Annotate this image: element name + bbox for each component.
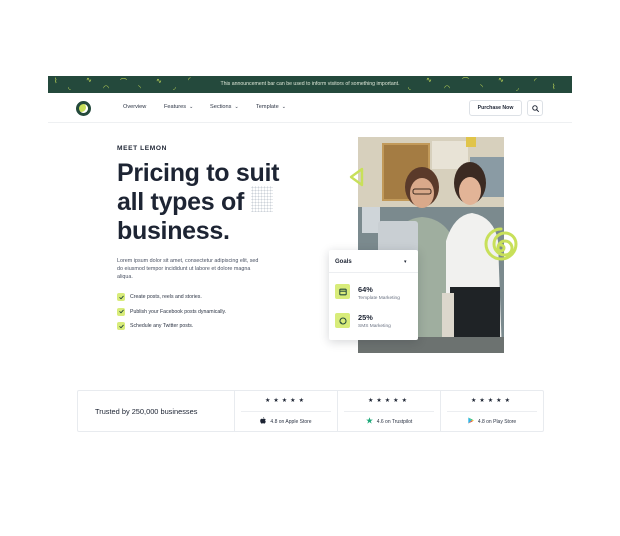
dot-pattern-decoration [251, 186, 273, 212]
feature-text: Publish your Facebook posts dynamically. [130, 308, 227, 315]
trustpilot-star-icon [365, 417, 373, 424]
caret-down-icon: ▾ [404, 259, 407, 265]
nav-item-features[interactable]: Features ⌄ [164, 104, 193, 110]
chevron-down-icon: ⌄ [281, 104, 286, 110]
chevron-down-icon: ⌄ [234, 104, 239, 110]
check-icon [117, 307, 125, 316]
rating-text: 4.8 on Apple Store [270, 419, 312, 425]
nav-item-label: Template [256, 104, 279, 110]
nav-item-label: Features [164, 104, 187, 110]
goals-title: Goals [335, 259, 352, 265]
goals-dropdown[interactable]: Goals ▾ [329, 250, 418, 273]
stat-label: SMS Marketing [358, 324, 391, 329]
announcement-bar: ⌇ ◟ ∿ ◠ ⌒ ◝ ∿ ◞ ◜ ◟ ∿ ◠ ⌒ ◝ ∿ ◞ ◜ ⌇ This… [48, 76, 572, 93]
search-button[interactable] [527, 100, 543, 116]
divider [241, 411, 331, 412]
divider [447, 411, 537, 412]
rating-trustpilot[interactable]: ★★★★★ 4.6 on Trustpilot [337, 391, 440, 431]
check-icon [117, 293, 125, 301]
search-icon [532, 105, 539, 112]
nav-item-template[interactable]: Template ⌄ [256, 104, 286, 110]
announcement-text: This announcement bar can be used to inf… [220, 81, 400, 87]
chevron-down-icon: ⌄ [189, 104, 194, 110]
swirl-decoration [484, 227, 518, 261]
apple-icon [260, 417, 267, 424]
check-icon [117, 322, 125, 330]
rating-play-store[interactable]: ★★★★★ 4.8 on Play Store [440, 391, 543, 431]
trusted-label: Trusted by 250,000 businesses [95, 407, 198, 416]
goals-card: Goals ▾ 64% Template Marketing 25% SMS M… [329, 250, 418, 340]
nav-item-label: Overview [123, 104, 147, 110]
rating-apple-store[interactable]: ★★★★★ 4.8 on Apple Store [234, 391, 337, 431]
feature-text: Schedule any Twitter posts. [130, 323, 194, 329]
rating-stars: ★★★★★ [265, 398, 307, 404]
rating-stars: ★★★★★ [368, 398, 410, 404]
landing-page: ⌇ ◟ ∿ ◠ ⌒ ◝ ∿ ◞ ◜ ◟ ∿ ◠ ⌒ ◝ ∿ ◞ ◜ ⌇ This… [48, 76, 572, 436]
play-store-icon [468, 417, 474, 424]
rating-stars: ★★★★★ [471, 398, 513, 404]
nav-item-sections[interactable]: Sections ⌄ [210, 104, 239, 110]
chat-icon [335, 313, 350, 328]
nav-item-label: Sections [210, 104, 232, 110]
lemon-logo[interactable] [76, 101, 91, 116]
nav-item-overview[interactable]: Overview [123, 104, 146, 110]
feature-text: Create posts, reels and stories. [130, 294, 202, 300]
stat-value: 25% [358, 313, 373, 322]
stat-value: 64% [358, 285, 373, 294]
hero-description: Lorem ipsum dolor sit amet, consectetur … [117, 258, 259, 281]
purchase-now-button[interactable]: Purchase Now [469, 100, 522, 116]
main-navigation: Overview Features ⌄ Sections ⌄ Template ⌄ P… [48, 93, 572, 123]
stat-label: Template Marketing [358, 296, 400, 301]
layout-icon [335, 284, 350, 299]
triangle-decoration [349, 167, 364, 187]
rating-text: 4.6 on Trustpilot [376, 419, 413, 425]
trusted-bar: Trusted by 250,000 businesses ★★★★★ 4.8 … [77, 390, 544, 432]
hero-eyebrow: MEET LEMON [117, 145, 167, 152]
divider [344, 411, 434, 412]
rating-text: 4.8 on Play Store [477, 419, 517, 425]
